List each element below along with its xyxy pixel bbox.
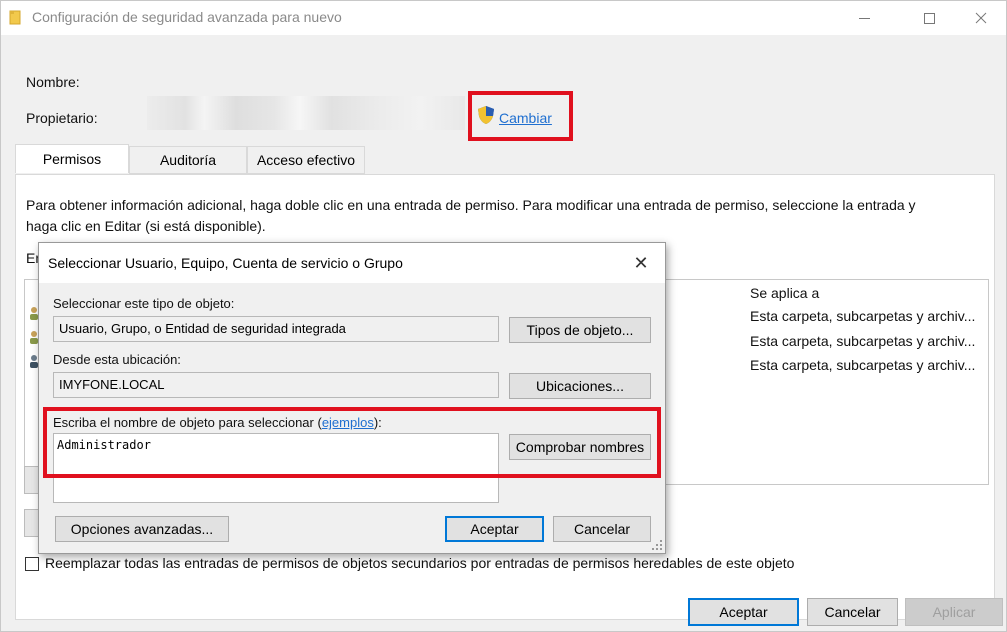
locations-button[interactable]: Ubicaciones... (509, 373, 651, 399)
close-icon (975, 12, 987, 24)
owner-label: Propietario: (26, 110, 98, 126)
object-name-highlight (43, 407, 661, 478)
list-item[interactable]: Esta carpeta, subcarpetas y archiv... (750, 308, 975, 324)
column-header-applies-to[interactable]: Se aplica a (750, 285, 819, 301)
object-type-label: Seleccionar este tipo de objeto: (53, 296, 235, 311)
replace-permissions-checkbox[interactable] (25, 557, 39, 571)
cancel-button[interactable]: Cancelar (807, 598, 898, 626)
ok-button[interactable]: Aceptar (688, 598, 799, 626)
close-icon: ✕ (633, 252, 649, 273)
minimize-button[interactable] (841, 1, 887, 35)
tab-acceso-efectivo[interactable]: Acceso efectivo (247, 146, 365, 174)
location-label: Desde esta ubicación: (53, 352, 181, 367)
object-type-field: Usuario, Grupo, o Entidad de seguridad i… (53, 316, 499, 342)
resize-grip-icon[interactable] (651, 539, 663, 551)
maximize-icon (923, 12, 935, 24)
dialog-cancel-button[interactable]: Cancelar (553, 516, 651, 542)
list-item[interactable]: Esta carpeta, subcarpetas y archiv... (750, 333, 975, 349)
tab-permisos[interactable]: Permisos (15, 144, 129, 173)
tab-auditoria[interactable]: Auditoría (129, 146, 247, 174)
dialog-ok-button[interactable]: Aceptar (445, 516, 544, 542)
owner-value-redacted (147, 96, 465, 130)
window-title: Configuración de seguridad avanzada para… (32, 9, 342, 25)
name-label: Nombre: (26, 74, 80, 90)
minimize-icon (858, 17, 870, 19)
permissions-info-line1: Para obtener información adicional, haga… (26, 197, 916, 213)
dialog-close-button[interactable]: ✕ (629, 251, 653, 275)
location-field: IMYFONE.LOCAL (53, 372, 499, 398)
dialog-titlebar: Seleccionar Usuario, Equipo, Cuenta de s… (39, 243, 665, 283)
permissions-info-line2: haga clic en Editar (si está disponible)… (26, 218, 266, 234)
apply-button[interactable]: Aplicar (905, 598, 1003, 626)
dialog-title: Seleccionar Usuario, Equipo, Cuenta de s… (48, 255, 403, 271)
maximize-button[interactable] (906, 1, 952, 35)
close-button[interactable] (958, 1, 1004, 35)
replace-permissions-label: Reemplazar todas las entradas de permiso… (45, 555, 795, 571)
advanced-options-button[interactable]: Opciones avanzadas... (55, 516, 229, 542)
window-titlebar: Configuración de seguridad avanzada para… (1, 1, 1006, 35)
folder-icon (9, 10, 21, 25)
uac-shield-icon (478, 106, 494, 124)
object-types-button[interactable]: Tipos de objeto... (509, 317, 651, 343)
list-item[interactable]: Esta carpeta, subcarpetas y archiv... (750, 357, 975, 373)
select-user-dialog: Seleccionar Usuario, Equipo, Cuenta de s… (38, 242, 666, 554)
change-owner-link[interactable]: Cambiar (499, 110, 552, 126)
